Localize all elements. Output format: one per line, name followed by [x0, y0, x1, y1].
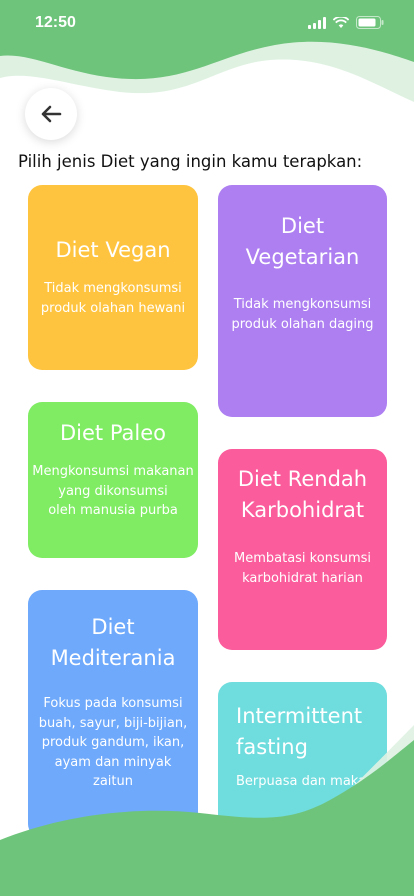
card-desc-line: oleh manusia purba — [48, 503, 178, 518]
card-diet-mediterania[interactable]: Diet Mediterania Fokus pada konsumsi bua… — [28, 590, 198, 838]
card-diet-vegetarian[interactable]: Diet Vegetarian Tidak mengkonsumsi produ… — [218, 185, 387, 417]
card-desc-line: Tidak mengkonsumsi — [233, 297, 372, 312]
card-diet-rendah-karbohidrat[interactable]: Diet Rendah Karbohidrat Membatasi konsum… — [218, 449, 387, 650]
card-title: Diet Mediterania — [28, 612, 198, 674]
card-title: Diet Paleo — [28, 418, 198, 449]
card-desc-line: produk gandum, ikan, — [41, 735, 185, 750]
card-title: Diet Rendah Karbohidrat — [218, 464, 387, 526]
signal-bars-icon — [308, 16, 326, 29]
page-title: Pilih jenis Diet yang ingin kamu terapka… — [18, 152, 363, 171]
card-title-line: Diet Paleo — [59, 421, 167, 445]
card-title-line: Mediterania — [50, 646, 176, 670]
card-title: Diet Vegan — [28, 235, 198, 266]
card-desc-line: zaitun — [93, 774, 133, 789]
card-desc-line: karbohidrat harian — [242, 570, 363, 586]
card-title-line: Diet Rendah — [237, 467, 368, 491]
card-desc-line: yang dikonsumsi — [58, 483, 168, 499]
card-desc-line: ayam dan minyak — [54, 754, 172, 770]
card-intermittent-fasting[interactable]: Intermittent fasting Berpuasa dan makan — [218, 682, 387, 882]
card-title-line: fasting — [236, 735, 308, 759]
card-title: Diet Vegetarian — [218, 211, 387, 273]
card-desc-line: Berpuasa dan makan — [236, 774, 375, 789]
card-description: Tidak mengkonsumsi produk olahan daging — [222, 295, 383, 334]
card-title-line: Diet — [280, 214, 325, 238]
card-description: Berpuasa dan makan — [236, 772, 381, 792]
card-desc-line: Membatasi konsumsi — [234, 551, 371, 566]
card-diet-paleo[interactable]: Diet Paleo Mengkonsumsi makanan yang dik… — [28, 402, 198, 558]
back-button[interactable] — [25, 88, 77, 140]
arrow-left-icon — [41, 105, 62, 123]
card-title-line: Intermittent — [236, 704, 363, 728]
status-time: 12:50 — [35, 14, 76, 31]
card-description: Mengkonsumsi makanan yang dikonsumsi ole… — [32, 462, 194, 521]
card-desc-line: Tidak mengkonsumsi — [44, 281, 182, 296]
battery-icon — [356, 16, 384, 29]
wifi-icon — [333, 16, 349, 28]
card-title-line: Vegetarian — [245, 245, 360, 269]
card-title-line: Karbohidrat — [240, 498, 365, 522]
card-desc-line: Mengkonsumsi makanan — [32, 464, 194, 479]
status-bar: 12:50 — [0, 0, 414, 48]
card-desc-line: produk olahan daging — [231, 316, 374, 332]
card-title-line: Diet Vegan — [55, 238, 171, 262]
card-description: Fokus pada konsumsi buah, sayur, biji-bi… — [32, 694, 194, 792]
card-diet-vegan[interactable]: Diet Vegan Tidak mengkonsumsi produk ola… — [28, 185, 198, 370]
card-description: Tidak mengkonsumsi produk olahan hewani — [32, 279, 194, 318]
card-desc-line: produk olahan hewani — [40, 300, 186, 316]
card-title: Intermittent fasting — [236, 701, 381, 763]
card-title-line: Diet — [91, 615, 135, 639]
status-icons — [308, 16, 384, 29]
card-desc-line: Fokus pada konsumsi — [43, 696, 183, 711]
card-desc-line: buah, sayur, biji-bijian, — [38, 715, 188, 731]
card-description: Membatasi konsumsi karbohidrat harian — [222, 549, 383, 588]
